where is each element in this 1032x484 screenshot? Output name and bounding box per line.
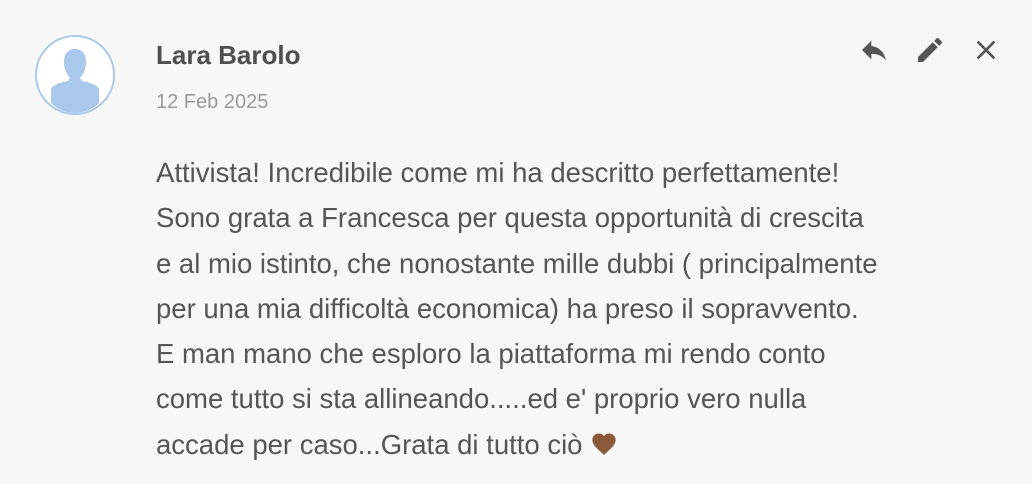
- comment-date: 12 Feb 2025: [156, 91, 269, 113]
- reply-button[interactable]: [856, 32, 892, 68]
- comment-last-line: accade per caso...Grata di tutto ciò: [156, 422, 1016, 467]
- author-name: Lara Barolo: [156, 40, 301, 70]
- comment-line: accade per caso...Grata di tutto ciò: [156, 428, 583, 460]
- comment-line: e al mio istinto, che nonostante mille d…: [156, 247, 878, 279]
- user-silhouette-icon: [37, 37, 113, 113]
- comment-actions: [856, 32, 1004, 68]
- edit-icon: [918, 37, 943, 62]
- close-icon: [976, 40, 996, 60]
- comment-line: Sono grata a Francesca per questa opport…: [156, 202, 864, 234]
- comment-line: Attivista! Incredibile come mi ha descri…: [156, 157, 840, 188]
- brown-heart-icon: [592, 433, 616, 455]
- comment-body: Attivista! Incredibile come mi ha descri…: [156, 150, 1016, 467]
- comment-line: per una mia difficoltà economica) ha pre…: [156, 292, 859, 324]
- avatar: [35, 35, 115, 115]
- comment-card: Lara Barolo 12 Feb 2025 Attivista! Incre…: [0, 0, 1032, 484]
- close-button[interactable]: [968, 32, 1004, 68]
- reply-icon: [862, 40, 886, 61]
- edit-button[interactable]: [912, 32, 948, 68]
- comment-line: come tutto si sta allineando.....ed e' p…: [156, 383, 807, 415]
- comment-line: E man mano che esploro la piattaforma mi…: [156, 338, 826, 370]
